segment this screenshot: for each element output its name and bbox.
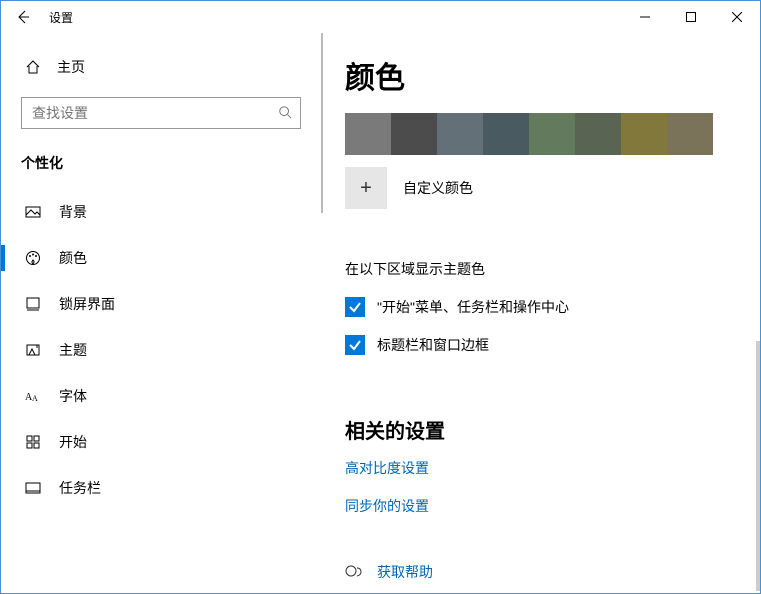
titlebar: 设置	[1, 1, 760, 33]
help-link[interactable]: 获取帮助	[377, 562, 433, 582]
color-swatch[interactable]	[437, 113, 483, 155]
sidebar-item-label: 开始	[59, 432, 87, 452]
window-scrollbar[interactable]	[756, 341, 760, 591]
color-swatch[interactable]	[667, 113, 713, 155]
sidebar-item-label: 背景	[59, 202, 87, 222]
lockscreen-icon	[25, 296, 41, 312]
arrow-left-icon	[15, 9, 31, 25]
checkbox-checked-icon	[345, 335, 365, 355]
checkbox-label: "开始"菜单、任务栏和操作中心	[377, 297, 569, 317]
add-custom-color-button[interactable]: +	[345, 167, 387, 209]
window-title: 设置	[49, 9, 73, 26]
link-high-contrast[interactable]: 高对比度设置	[345, 458, 730, 478]
sidebar-item-label: 字体	[59, 386, 87, 406]
sidebar-item-themes[interactable]: 主题	[1, 327, 321, 373]
window-controls	[622, 1, 760, 33]
back-button[interactable]	[9, 3, 37, 31]
sidebar-nav: 背景 颜色 锁屏界面	[1, 189, 321, 511]
custom-color-label: 自定义颜色	[403, 178, 473, 198]
checkbox-checked-icon	[345, 297, 365, 317]
settings-window: 设置 主页	[0, 0, 761, 594]
scroll-indicator	[321, 33, 323, 213]
sidebar-item-fonts[interactable]: AA 字体	[1, 373, 321, 419]
minimize-button[interactable]	[622, 1, 668, 33]
help-icon	[345, 563, 363, 581]
color-swatch[interactable]	[345, 113, 391, 155]
sidebar: 主页 个性化 背景	[1, 33, 321, 593]
color-swatches	[345, 113, 730, 155]
link-sync-settings[interactable]: 同步你的设置	[345, 496, 730, 516]
sidebar-item-colors[interactable]: 颜色	[1, 235, 321, 281]
sidebar-home[interactable]: 主页	[1, 49, 321, 85]
theme-icon	[25, 342, 41, 358]
taskbar-icon	[25, 480, 41, 496]
color-swatch[interactable]	[575, 113, 621, 155]
sidebar-home-label: 主页	[57, 57, 85, 77]
custom-color-row: + 自定义颜色	[345, 167, 730, 209]
sidebar-item-label: 主题	[59, 340, 87, 360]
maximize-icon	[686, 12, 696, 22]
minimize-icon	[640, 12, 650, 22]
sidebar-item-taskbar[interactable]: 任务栏	[1, 465, 321, 511]
search-icon	[278, 105, 292, 122]
checkbox-label: 标题栏和窗口边框	[377, 335, 489, 355]
content-area[interactable]: 颜色 + 自定义颜色 在以下区域显示主题色 "开始"菜单、任务栏和操作中心	[321, 33, 760, 593]
font-icon: AA	[25, 388, 41, 404]
body: 主页 个性化 背景	[1, 33, 760, 593]
picture-icon	[25, 204, 41, 220]
start-icon	[25, 434, 41, 450]
page-title: 颜色	[345, 53, 730, 97]
color-swatch[interactable]	[529, 113, 575, 155]
checkbox-titlebars[interactable]: 标题栏和窗口边框	[345, 335, 730, 355]
sidebar-item-start[interactable]: 开始	[1, 419, 321, 465]
related-heading: 相关的设置	[345, 415, 730, 444]
sidebar-item-label: 锁屏界面	[59, 294, 115, 314]
search-input[interactable]	[30, 104, 278, 122]
maximize-button[interactable]	[668, 1, 714, 33]
sidebar-section-label: 个性化	[1, 149, 321, 189]
close-icon	[732, 12, 742, 22]
sidebar-item-background[interactable]: 背景	[1, 189, 321, 235]
checkbox-start-taskbar[interactable]: "开始"菜单、任务栏和操作中心	[345, 297, 730, 317]
home-icon	[25, 59, 41, 75]
sidebar-item-lockscreen[interactable]: 锁屏界面	[1, 281, 321, 327]
color-swatch[interactable]	[391, 113, 437, 155]
color-swatch[interactable]	[621, 113, 667, 155]
plus-icon: +	[360, 177, 372, 200]
help-row: 获取帮助	[345, 562, 730, 582]
palette-icon	[25, 250, 41, 266]
search-box[interactable]	[21, 97, 301, 129]
sidebar-item-label: 颜色	[59, 248, 87, 268]
accent-area-heading: 在以下区域显示主题色	[345, 259, 730, 279]
sidebar-item-label: 任务栏	[59, 478, 101, 498]
close-button[interactable]	[714, 1, 760, 33]
color-swatch[interactable]	[483, 113, 529, 155]
svg-text:A: A	[32, 394, 38, 403]
